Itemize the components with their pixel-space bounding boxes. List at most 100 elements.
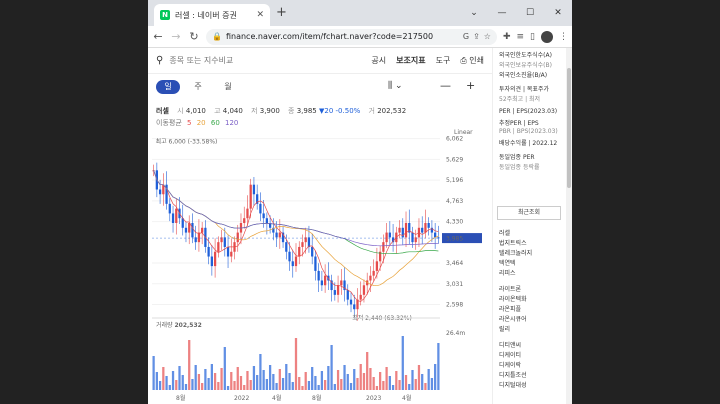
menu-icon[interactable]: ⋮ — [559, 32, 568, 42]
close-window-icon[interactable]: ✕ — [544, 0, 572, 26]
change-value: ▼20 — [319, 107, 334, 115]
print-link[interactable]: ⎙ 인쇄 — [460, 55, 484, 66]
disclosure-link[interactable]: 공시 — [371, 55, 386, 66]
back-icon[interactable]: ← — [152, 30, 164, 43]
forward-icon[interactable]: → — [170, 30, 182, 43]
recent-item[interactable]: 리피스 — [499, 268, 516, 277]
tab-title: 러셀 : 네이버 증권 — [175, 10, 237, 20]
high-value: 4,040 — [222, 107, 243, 115]
recent-item[interactable]: 러셀 — [499, 228, 510, 237]
volume-bar — [223, 347, 226, 390]
reading-list-icon[interactable]: ≡ — [517, 32, 525, 42]
ma-20[interactable]: 20 — [197, 119, 206, 127]
recent-item[interactable]: 라온시큐어 — [499, 314, 527, 323]
recent-item[interactable]: 디케이락 — [499, 360, 521, 369]
volume-bar — [359, 364, 362, 390]
bookmark-star-icon[interactable]: ☆ — [484, 32, 491, 41]
x-tick-label: 8월 — [176, 394, 185, 402]
candle-body — [424, 223, 427, 233]
candles — [152, 162, 440, 321]
profile-avatar[interactable] — [541, 30, 553, 43]
volume-label: 거 — [368, 107, 375, 115]
candle-body — [249, 184, 252, 209]
x-tick-label: 4월 — [272, 394, 281, 402]
candle-body — [372, 270, 375, 276]
recent-item[interactable]: 디케이티 — [499, 350, 521, 359]
candle-body — [382, 242, 385, 252]
address-bar[interactable]: 🔒 finance.naver.com/item/fchart.naver?co… — [206, 28, 497, 45]
volume-bar — [294, 338, 298, 390]
candle-body — [336, 285, 340, 295]
recent-tab[interactable]: 최근조회 — [497, 206, 561, 220]
volume-bar — [362, 373, 366, 390]
extensions-icon[interactable]: ✚ — [503, 32, 511, 42]
period-day[interactable]: 일 — [156, 80, 180, 94]
volume-bar — [356, 378, 359, 390]
volume-bar — [401, 336, 404, 390]
volume-bar — [158, 381, 162, 390]
price-chart[interactable]: Linear 6,0625,6295,1964,7634,3303,4643,0… — [148, 128, 492, 404]
sidebar-icon[interactable]: ▯ — [530, 32, 535, 42]
print-icon: ⎙ — [460, 56, 467, 65]
browser-tab[interactable]: N 러셀 : 네이버 증권 ✕ — [154, 4, 270, 26]
new-tab-icon[interactable]: + — [276, 5, 287, 21]
volume-bar — [330, 345, 333, 390]
minimize-icon[interactable]: — — [488, 0, 516, 26]
recent-item[interactable]: 디지털대성 — [499, 380, 527, 389]
period-week[interactable]: 주 — [186, 80, 210, 94]
volume-bar — [246, 371, 249, 390]
x-tick-label: 2022 — [234, 395, 249, 402]
period-month[interactable]: 월 — [216, 80, 240, 94]
url-text: finance.naver.com/item/fchart.naver?code… — [225, 32, 434, 41]
maximize-icon[interactable]: ☐ — [516, 0, 544, 26]
recent-item[interactable]: 디지틀조선 — [499, 370, 527, 379]
recent-item[interactable]: 텍연텍 — [499, 258, 516, 267]
search-icon[interactable]: ⚲ — [156, 55, 163, 66]
volume-bar — [201, 383, 204, 390]
google-icon[interactable]: G — [463, 32, 469, 41]
zoom-in-icon[interactable]: + — [466, 79, 475, 92]
high-label: 고 — [214, 107, 221, 115]
candlestick-type-icon[interactable]: ⫼ ⌄ — [388, 81, 403, 91]
volume-max-label: 26.4m — [446, 330, 465, 337]
recent-item[interactable]: 라온피플 — [499, 304, 521, 313]
y-tick-label: 4,763 — [446, 198, 463, 205]
page-content: ⚲ 공시 보조지표 도구 ⎙ 인쇄 일 주 월 ⫼ ⌄ — + 러셀 — [148, 48, 572, 404]
low-value: 3,900 — [259, 107, 280, 115]
candle-body — [265, 218, 269, 223]
compare-search-input[interactable] — [169, 56, 362, 65]
volume-bar — [307, 381, 311, 390]
zoom-out-icon[interactable]: — — [440, 79, 451, 92]
reload-icon[interactable]: ↻ — [188, 30, 200, 43]
close-tab-icon[interactable]: ✕ — [256, 10, 264, 20]
candle-body — [340, 280, 343, 286]
share-icon[interactable]: ⇪ — [473, 32, 480, 41]
volume-bar — [226, 386, 230, 390]
volume-bar — [430, 378, 434, 390]
browser-window: N 러셀 : 네이버 증권 ✕ + ⌄ — ☐ ✕ ← → ↻ 🔒 financ… — [148, 0, 572, 404]
tab-search-icon[interactable]: ⌄ — [460, 0, 488, 26]
ma-60[interactable]: 60 — [211, 119, 220, 127]
tools-link[interactable]: 도구 — [436, 55, 451, 66]
recent-item[interactable]: 라이트론 — [499, 284, 521, 293]
recent-item[interactable]: 법지트릭스 — [499, 238, 527, 247]
candle-body — [421, 227, 424, 233]
scrollbar[interactable] — [566, 48, 572, 404]
recent-item[interactable]: 텔레크놀러지 — [499, 248, 532, 257]
candle-body — [359, 294, 362, 300]
candle-body — [317, 270, 320, 281]
volume-bar — [343, 365, 346, 390]
y-tick-label: 3,031 — [446, 281, 463, 288]
recent-item[interactable]: 릴리 — [499, 324, 510, 333]
candle-body — [285, 242, 288, 252]
y-axis: 6,062 5,629 5,196 4,763 4,330 3,464 3,031 2,598 — [446, 136, 463, 309]
volume-bar — [320, 371, 324, 390]
ma-5[interactable]: 5 — [187, 119, 191, 127]
ma-120[interactable]: 120 — [225, 119, 238, 127]
recent-item[interactable]: 디티앤씨 — [499, 340, 521, 349]
scroll-thumb[interactable] — [567, 68, 571, 188]
volume-bar — [311, 367, 314, 390]
recent-item[interactable]: 라이온텍화 — [499, 294, 527, 303]
indicator-link[interactable]: 보조지표 — [396, 55, 425, 66]
print-label: 인쇄 — [469, 56, 484, 65]
